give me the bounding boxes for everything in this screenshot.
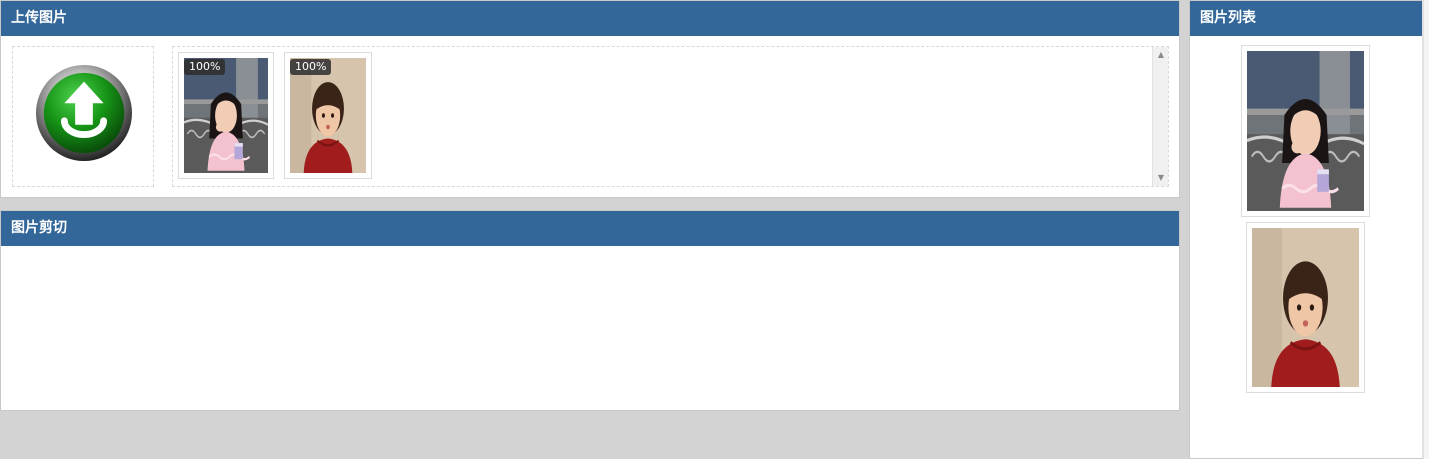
- thumbnail-scrollbar[interactable]: ▲ ▼: [1152, 47, 1168, 186]
- thumbnail-image: [184, 58, 268, 173]
- image-list-panel: 图片列表: [1189, 0, 1423, 459]
- scroll-down-arrow-icon[interactable]: ▼: [1153, 170, 1168, 186]
- crop-area[interactable]: [1, 246, 1179, 410]
- upload-panel-title: 上传图片: [1, 1, 1179, 36]
- upload-button[interactable]: [12, 46, 154, 187]
- image-list-photo: [1247, 51, 1364, 211]
- image-list-photo: [1252, 228, 1359, 387]
- crop-panel-title: 图片剪切: [1, 211, 1179, 246]
- thumbnail-item[interactable]: 100%: [178, 52, 274, 179]
- upload-progress-badge: 100%: [184, 59, 226, 75]
- image-list-title: 图片列表: [1190, 1, 1422, 36]
- thumbnail-list: 100% 100% ▲ ▼: [172, 46, 1169, 187]
- scroll-up-arrow-icon[interactable]: ▲: [1153, 47, 1168, 63]
- thumbnail-item[interactable]: 100%: [284, 52, 372, 179]
- image-list-item[interactable]: [1241, 45, 1370, 217]
- upload-arrow-icon[interactable]: [35, 64, 133, 162]
- crop-panel: 图片剪切: [0, 210, 1180, 411]
- image-list-item[interactable]: [1246, 222, 1365, 393]
- upload-progress-badge: 100%: [290, 59, 332, 75]
- window-edge: [1423, 0, 1429, 459]
- upload-panel: 上传图片 100% 100% ▲ ▼: [0, 0, 1180, 198]
- thumbnail-image: [290, 58, 366, 173]
